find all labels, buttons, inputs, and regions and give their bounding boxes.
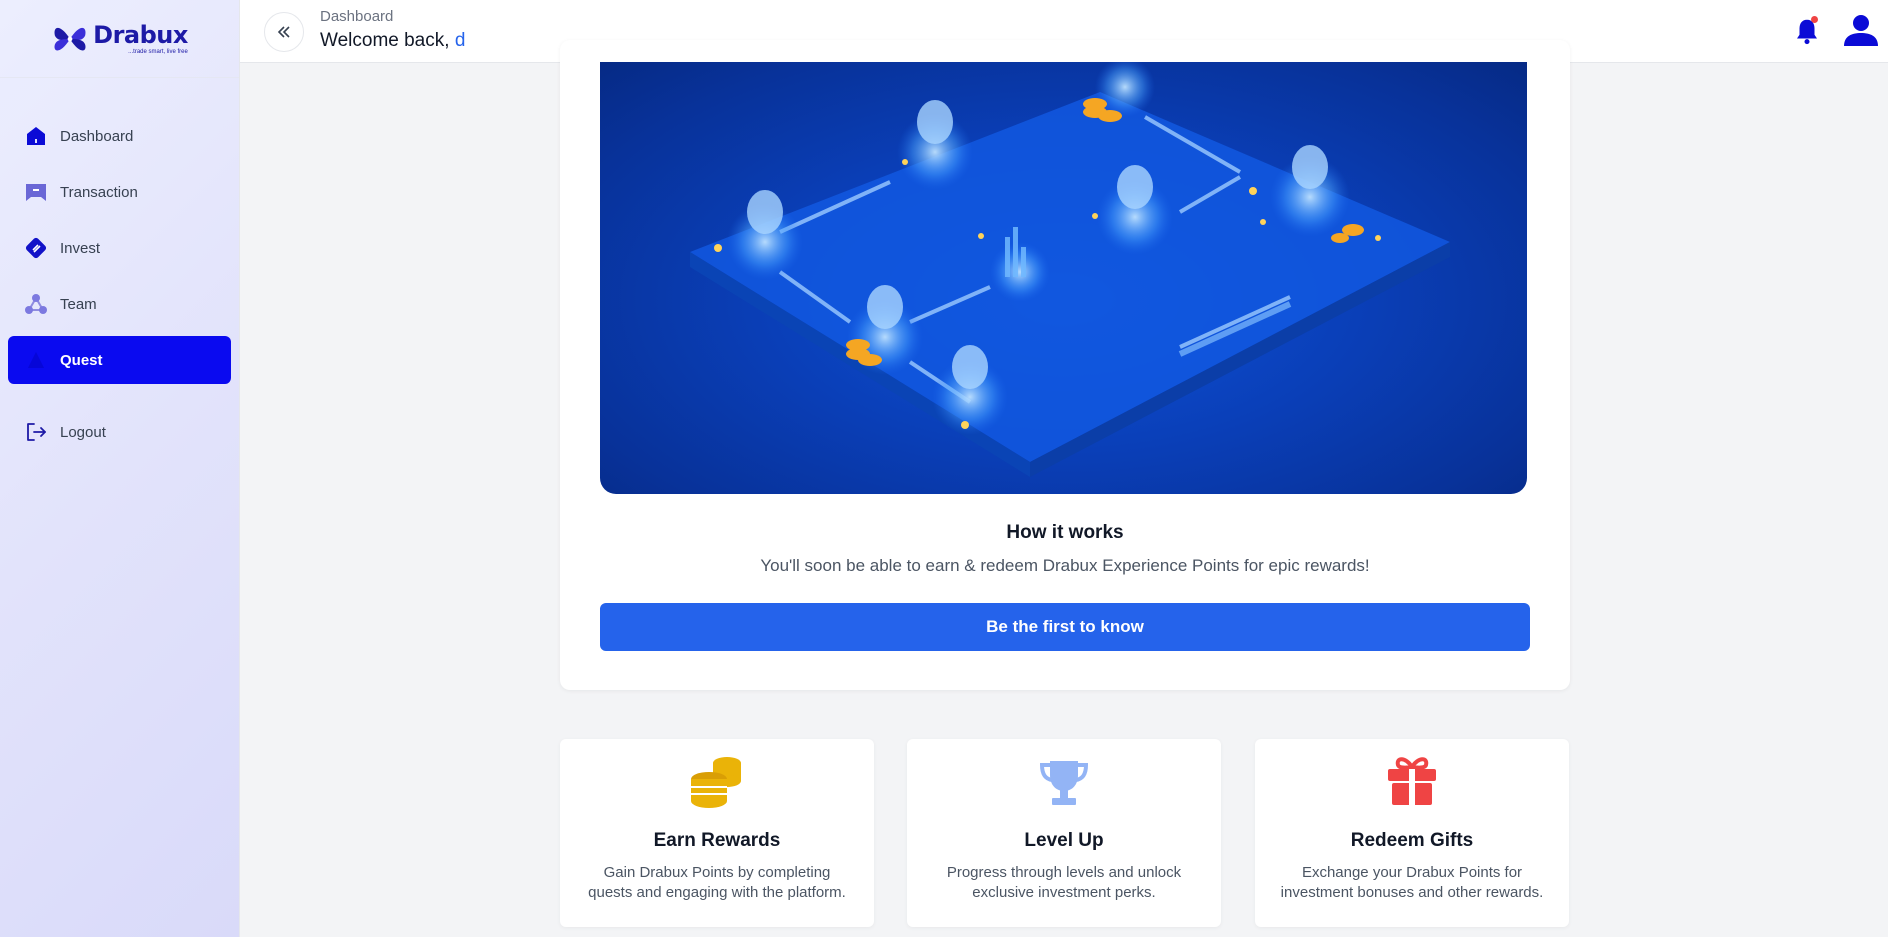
- welcome-prefix: Welcome back,: [320, 30, 450, 51]
- quest-card: How it works You'll soon be able to earn…: [560, 40, 1570, 690]
- chevrons-left-icon: [277, 26, 290, 38]
- feature-card-level-up: Level Up Progress through levels and unl…: [907, 739, 1221, 927]
- brand-tagline: ...trade smart, live free: [128, 48, 188, 55]
- feature-description: Progress through levels and unlock exclu…: [946, 864, 1182, 901]
- sidebar-item-label: Dashboard: [60, 127, 134, 145]
- how-it-works-description: You'll soon be able to earn & redeem Dra…: [760, 556, 1370, 575]
- sidebar-nav: Dashboard Transaction Invest Team Quest: [0, 78, 239, 456]
- quest-hero-illustration: [600, 62, 1527, 494]
- how-it-works-title: How it works: [1006, 522, 1124, 543]
- sidebar-item-dashboard[interactable]: Dashboard: [8, 112, 231, 160]
- trophy-icon: [1039, 761, 1089, 805]
- home-icon: [24, 124, 48, 148]
- user-avatar[interactable]: [1840, 10, 1882, 52]
- feature-title: Level Up: [1024, 830, 1104, 851]
- user-icon: [1844, 15, 1878, 46]
- feature-description: Exchange your Drabux Points for investme…: [1280, 864, 1544, 901]
- feature-title: Earn Rewards: [653, 830, 781, 851]
- welcome-message: Welcome back, d: [320, 30, 465, 52]
- sidebar-item-team[interactable]: Team: [8, 280, 231, 328]
- feature-card-redeem-gifts: Redeem Gifts Exchange your Drabux Points…: [1255, 739, 1569, 927]
- feature-title: Redeem Gifts: [1350, 830, 1474, 851]
- receipt-icon: [24, 180, 48, 204]
- notifications-button[interactable]: [1792, 16, 1822, 46]
- sidebar-item-invest[interactable]: Invest: [8, 224, 231, 272]
- sidebar-item-label: Team: [60, 295, 97, 313]
- feature-description: Gain Drabux Points by completing quests …: [588, 864, 846, 901]
- collapse-sidebar-button[interactable]: [264, 12, 304, 52]
- sidebar-item-label: Logout: [60, 423, 106, 441]
- logo[interactable]: Drabux ...trade smart, live free: [0, 0, 239, 78]
- sidebar: Drabux ...trade smart, live free Dashboa…: [0, 0, 240, 937]
- sidebar-item-label: Quest: [60, 351, 103, 369]
- quest-icon: [24, 348, 48, 372]
- sidebar-item-logout[interactable]: Logout: [8, 408, 231, 456]
- invest-icon: [24, 236, 48, 260]
- breadcrumb: Dashboard: [320, 8, 394, 25]
- logout-icon: [24, 420, 48, 444]
- be-first-to-know-button[interactable]: Be the first to know: [600, 603, 1530, 651]
- feature-card-earn-rewards: Earn Rewards Gain Drabux Points by compl…: [560, 739, 874, 927]
- coins-icon: [691, 757, 741, 808]
- sidebar-item-transaction[interactable]: Transaction: [8, 168, 231, 216]
- sidebar-item-quest[interactable]: Quest: [8, 336, 231, 384]
- drabux-logo-icon: [54, 27, 86, 50]
- team-icon: [24, 292, 48, 316]
- notification-dot: [1811, 16, 1818, 23]
- brand-name: Drabux: [93, 20, 188, 49]
- gift-icon: [1388, 757, 1436, 805]
- username: d: [454, 30, 466, 51]
- sidebar-item-label: Transaction: [60, 183, 138, 201]
- sidebar-item-label: Invest: [60, 239, 101, 257]
